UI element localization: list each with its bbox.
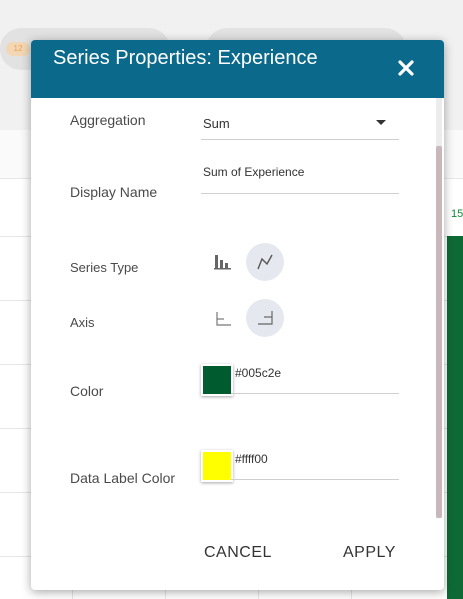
right-axis-icon[interactable] [246, 299, 284, 337]
aggregation-select[interactable]: Sum [201, 108, 399, 140]
color-value: #005c2e [235, 366, 282, 380]
cancel-button[interactable]: CANCEL [204, 544, 272, 562]
display-name-input[interactable]: Sum of Experience [201, 160, 399, 194]
series-properties-dialog: Series Properties: Experience Aggregatio… [31, 40, 444, 590]
aggregation-label: Aggregation [70, 112, 146, 128]
aggregation-underline [201, 139, 399, 140]
color-swatch [201, 364, 233, 396]
chevron-down-icon [376, 120, 386, 125]
data-label-color-picker[interactable]: #ffff00 [201, 450, 399, 482]
display-name-underline [201, 193, 399, 194]
close-icon[interactable] [396, 58, 416, 78]
line-chart-icon[interactable] [246, 243, 284, 281]
background-value-label: 15 [451, 208, 463, 220]
left-axis-icon[interactable] [212, 308, 234, 330]
data-label-color-label: Data Label Color [70, 470, 176, 486]
bar-chart-icon[interactable] [212, 251, 234, 273]
data-label-color-underline [231, 479, 399, 480]
display-name-label: Display Name [70, 184, 158, 200]
data-label-color-swatch [201, 450, 233, 482]
data-label-color-value: #ffff00 [235, 452, 268, 466]
color-label: Color [70, 383, 104, 399]
dialog-title: Series Properties: Experience [53, 47, 318, 69]
dialog-header: Series Properties: Experience [31, 40, 444, 98]
series-type-label: Series Type [70, 260, 139, 275]
display-name-value: Sum of Experience [203, 165, 305, 179]
apply-button[interactable]: APPLY [343, 544, 396, 562]
color-underline [231, 393, 399, 394]
axis-label: Axis [70, 315, 95, 330]
background-chart-bar [447, 236, 463, 599]
scrollbar-thumb[interactable] [436, 146, 442, 518]
aggregation-value: Sum [203, 116, 230, 131]
background-badge: 12 [6, 42, 30, 56]
color-picker[interactable]: #005c2e [201, 362, 399, 396]
